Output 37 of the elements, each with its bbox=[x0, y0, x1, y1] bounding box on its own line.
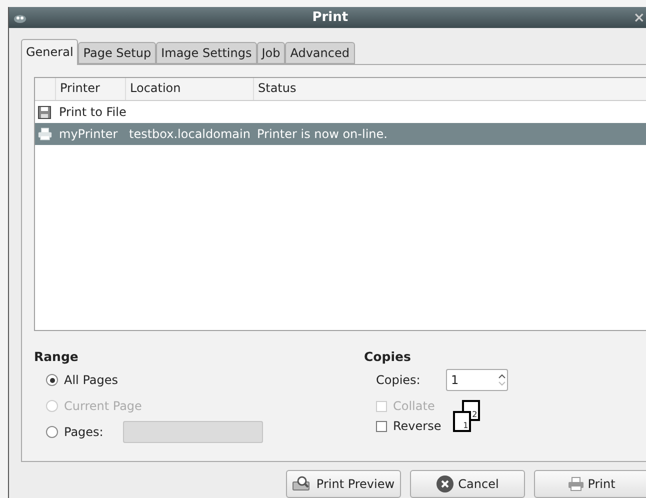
printer-row[interactable]: myPrinter testbox.localdomain Printer is now on-line. bbox=[35, 123, 646, 145]
print-button[interactable]: Print bbox=[534, 470, 646, 498]
tab[interactable]: Page Setup bbox=[78, 42, 156, 64]
radio-button[interactable] bbox=[46, 426, 58, 438]
window-title: Print bbox=[311, 10, 350, 25]
table-cell-text: myPrinter bbox=[58, 127, 119, 141]
copies-spin-field[interactable]: 1 bbox=[446, 369, 508, 391]
table-cell-text: Print to File bbox=[58, 105, 125, 119]
section-heading: Range bbox=[34, 349, 80, 364]
preview-button[interactable]: Print Preview bbox=[286, 470, 401, 498]
column-header[interactable]: Printer bbox=[55, 78, 125, 100]
column-header[interactable]: Location bbox=[125, 78, 253, 100]
gimp-mascot-icon bbox=[13, 12, 27, 22]
radio-label: Pages: bbox=[64, 425, 104, 439]
radio-label: All Pages bbox=[64, 373, 118, 387]
table-cell-text: testbox.localdomain bbox=[128, 127, 252, 141]
copies-label: Copies: bbox=[376, 373, 422, 387]
pages-input-field[interactable] bbox=[123, 421, 264, 443]
printer-icon bbox=[568, 477, 584, 491]
radio-label: Current Page bbox=[64, 399, 142, 413]
tab[interactable]: Advanced bbox=[285, 42, 354, 64]
printer-magnifier-icon bbox=[292, 475, 312, 493]
table-cell-text: Printer is now on-line. bbox=[256, 127, 388, 141]
checkbox-label: Collate bbox=[393, 399, 435, 413]
cancel-button[interactable]: Cancel bbox=[410, 470, 525, 498]
tab[interactable]: Job bbox=[256, 42, 286, 64]
checkbox-label: Reverse bbox=[393, 419, 442, 433]
printer-icon bbox=[38, 127, 52, 141]
column-header[interactable]: Status bbox=[253, 78, 646, 100]
radio-button[interactable] bbox=[46, 374, 58, 386]
tab[interactable]: General bbox=[21, 39, 78, 65]
checkbox[interactable] bbox=[376, 420, 387, 432]
tab[interactable]: Image Settings bbox=[156, 42, 257, 64]
page-order-drawing: 2 1 bbox=[453, 400, 480, 432]
section-heading: Copies bbox=[364, 349, 412, 364]
close-button[interactable]: × bbox=[633, 10, 645, 26]
cancel-icon bbox=[436, 475, 454, 493]
